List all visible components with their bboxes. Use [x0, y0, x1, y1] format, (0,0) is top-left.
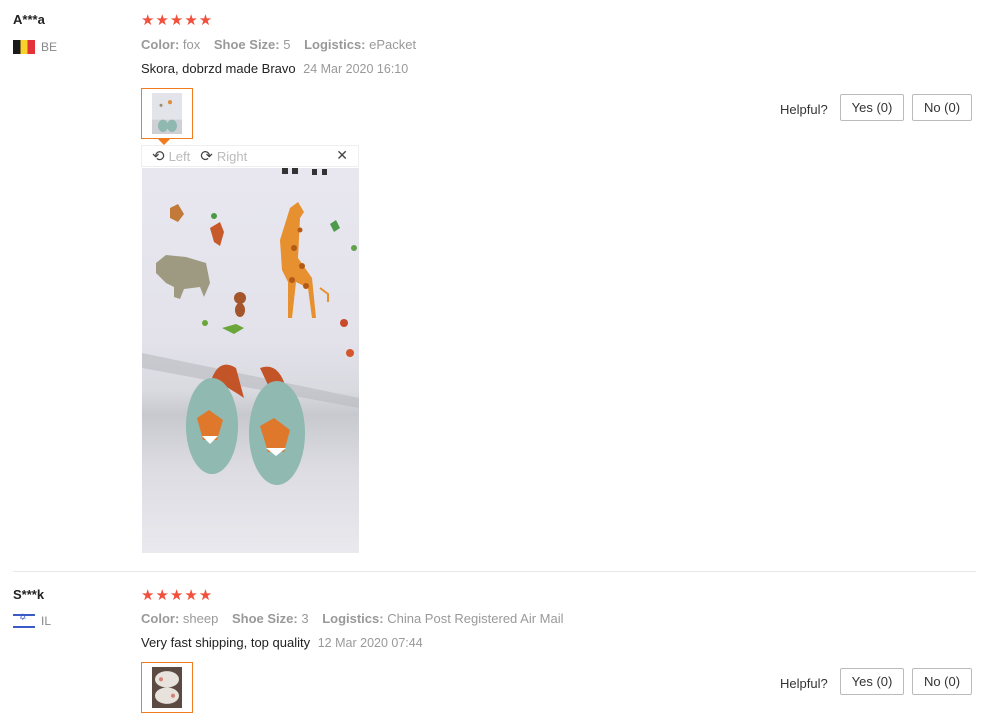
rotate-left-button[interactable]: ⟲ Left	[152, 147, 190, 165]
attr-key: Color:	[141, 611, 180, 626]
country-code: IL	[41, 614, 52, 628]
attr-key: Shoe Size:	[231, 611, 298, 626]
wall-stickers	[156, 168, 357, 357]
photo-thumbnail-image	[152, 93, 182, 134]
review-text-line: Very fast shipping, top quality 12 Mar 2…	[141, 635, 423, 650]
star-rating: ★★★★★	[141, 586, 214, 604]
helpful-label: Helpful?	[780, 676, 828, 691]
photo-thumbnail-image	[152, 667, 182, 708]
rotate-left-icon: ⟲	[152, 147, 165, 165]
attr-key: Shoe Size:	[213, 37, 280, 52]
review-photo-large	[142, 168, 359, 553]
attr-value: 3	[301, 611, 309, 626]
attr-value: China Post Registered Air Mail	[387, 611, 564, 626]
helpful-no-button[interactable]: No (0)	[912, 94, 972, 121]
rotate-left-label: Left	[168, 148, 191, 164]
attr-value: ePacket	[369, 37, 417, 52]
helpful-yes-button[interactable]: Yes (0)	[840, 94, 904, 121]
review-photo-thumbnail[interactable]	[141, 662, 193, 713]
rotate-right-icon: ⟳	[200, 147, 213, 165]
review-text: Very fast shipping, top quality	[141, 635, 311, 650]
rotate-right-label: Right	[216, 148, 248, 164]
israel-flag-icon	[13, 613, 35, 628]
belgium-flag-icon	[13, 40, 35, 54]
review-date: 12 Mar 2020 07:44	[317, 636, 423, 650]
attr-value: fox	[182, 37, 201, 52]
star-rating: ★★★★★	[141, 11, 214, 29]
reviewer-country: BE	[13, 40, 57, 54]
review-attributes: Color: sheep Shoe Size: 3 Logistics: Chi…	[141, 611, 574, 626]
attr-key: Logistics:	[304, 37, 366, 52]
attr-value: 5	[283, 37, 291, 52]
review-date: 24 Mar 2020 16:10	[303, 62, 409, 76]
photo-viewer-toolbar: ⟲ Left ⟳ Right ✕	[141, 145, 359, 167]
review-divider	[13, 571, 976, 572]
rotate-right-button[interactable]: ⟳ Right	[200, 147, 247, 165]
review-photo-image	[142, 168, 359, 485]
country-code: BE	[41, 40, 58, 54]
review-attributes: Color: fox Shoe Size: 5 Logistics: ePack…	[141, 37, 426, 52]
reviewer-country: IL	[13, 613, 52, 628]
attr-value: sheep	[182, 611, 219, 626]
helpful-yes-button[interactable]: Yes (0)	[840, 668, 904, 695]
review-text-line: Skora, dobrzd made Bravo 24 Mar 2020 16:…	[141, 61, 408, 76]
close-icon[interactable]: ✕	[336, 148, 348, 164]
helpful-no-button[interactable]: No (0)	[912, 668, 972, 695]
review-photo-thumbnail[interactable]	[141, 88, 193, 139]
reviewer-name: A***a	[13, 12, 45, 27]
attr-key: Color:	[141, 37, 180, 52]
reviewer-name: S***k	[13, 587, 45, 602]
review-text: Skora, dobrzd made Bravo	[141, 61, 296, 76]
attr-key: Logistics:	[322, 611, 384, 626]
helpful-label: Helpful?	[780, 102, 828, 117]
